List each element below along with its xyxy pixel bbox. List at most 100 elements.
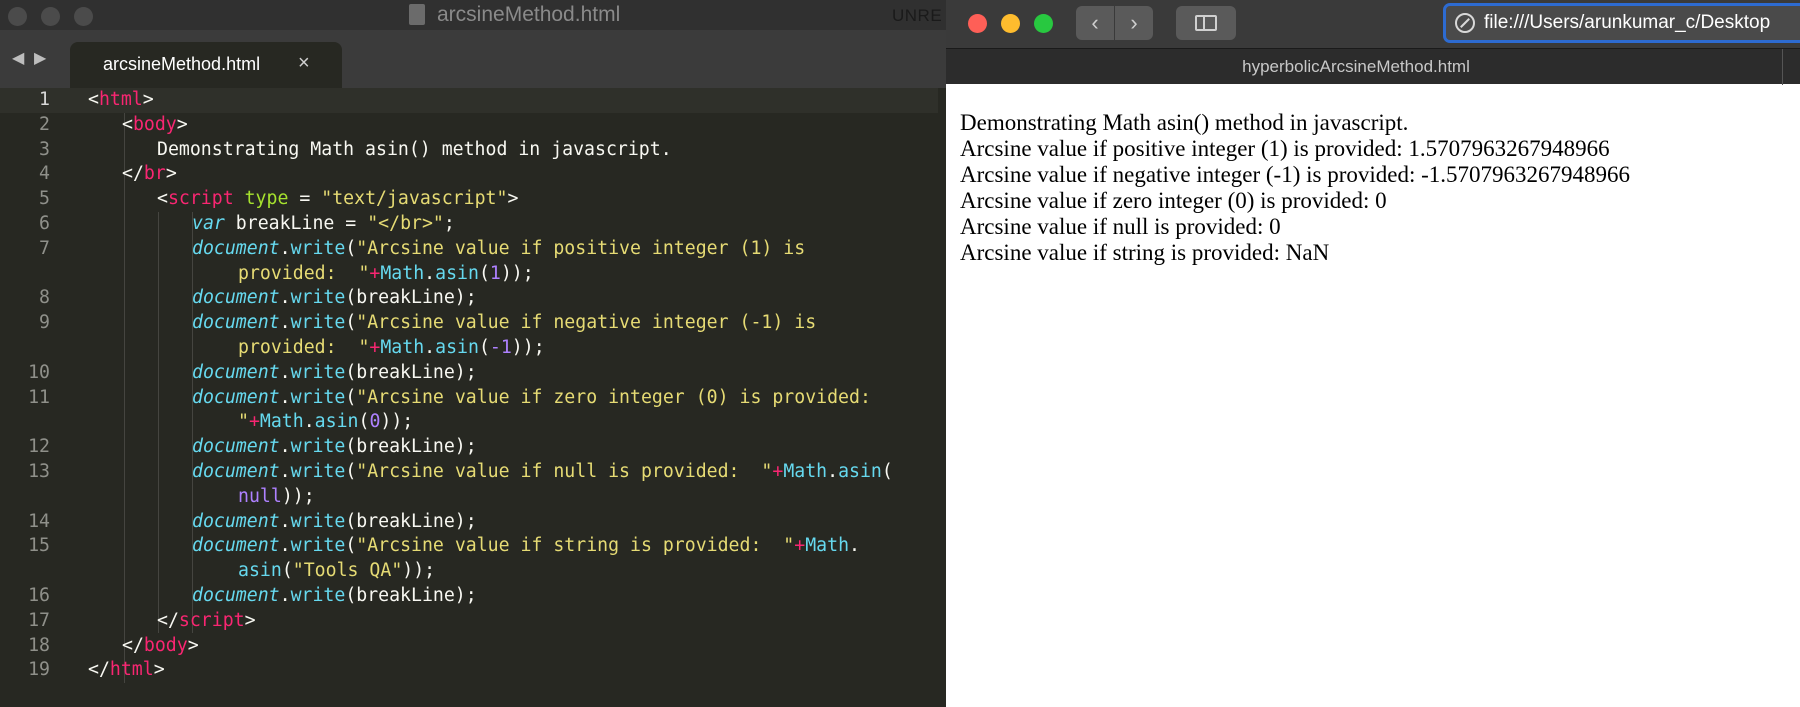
code-token: . xyxy=(279,287,291,309)
browser-minimize-button[interactable] xyxy=(1001,14,1020,33)
line-number: 16 xyxy=(28,584,50,606)
code-token: Math xyxy=(805,535,850,557)
code-token: . xyxy=(424,262,436,284)
address-bar[interactable]: file:///Users/arunkumar_c/Desktop xyxy=(1443,3,1800,43)
line-number: 7 xyxy=(39,237,50,259)
code-token: "Arcsine value if zero integer (0) is pr… xyxy=(356,386,871,408)
code-token: . xyxy=(279,312,291,334)
editor-window-title: arcsineMethod.html xyxy=(437,3,621,26)
code-token: " xyxy=(238,411,249,433)
browser-tab-title[interactable]: hyperbolicArcsineMethod.html xyxy=(946,57,1766,77)
code-token: ( xyxy=(345,312,357,334)
code-token: + xyxy=(794,535,806,557)
sidebar-toggle-button[interactable] xyxy=(1176,6,1236,40)
compass-icon xyxy=(1455,13,1475,33)
line-number: 6 xyxy=(39,212,50,234)
code-token: Math xyxy=(259,411,304,433)
code-token: )); xyxy=(281,485,315,507)
code-token: document xyxy=(192,361,280,383)
code-line-8: 8 document.write(breakLine); xyxy=(0,286,946,311)
tab-nav-forward-icon[interactable]: ▶ xyxy=(34,48,46,68)
output-line: Arcsine value if string is provided: NaN xyxy=(960,240,1330,265)
code-line-1: 1 <html> xyxy=(0,88,946,113)
code-token: provided: " xyxy=(238,262,370,284)
code-token: ( xyxy=(478,336,490,358)
line-number: 14 xyxy=(28,510,50,532)
sidebar-icon xyxy=(1195,15,1217,31)
code-token: document xyxy=(192,460,280,482)
code-line-9-wrap: provided: "+Math.asin(-1)); xyxy=(0,336,946,361)
code-token: var xyxy=(192,212,225,234)
code-token: . xyxy=(279,460,291,482)
code-token: write xyxy=(290,361,346,383)
code-line-14: 14 document.write(breakLine); xyxy=(0,510,946,535)
code-token: write xyxy=(290,436,346,458)
code-token: document xyxy=(192,535,280,557)
editor-minimize-button[interactable] xyxy=(41,7,60,26)
code-token: > xyxy=(176,113,188,135)
code-token: write xyxy=(290,535,346,557)
code-token: > xyxy=(187,634,199,656)
code-token: null xyxy=(238,485,282,507)
code-token: ; xyxy=(443,212,455,234)
tab-nav-back-icon[interactable]: ◀ xyxy=(12,48,24,68)
code-token: )); xyxy=(511,336,545,358)
code-token: write xyxy=(290,237,346,259)
code-line-17: 17 </script> xyxy=(0,609,946,634)
code-line-13-wrap: null)); xyxy=(0,485,946,510)
code-token: )); xyxy=(402,560,436,582)
browser-zoom-button[interactable] xyxy=(1034,14,1053,33)
code-token: write xyxy=(290,510,346,532)
code-token: document xyxy=(192,237,280,259)
code-token: (breakLine); xyxy=(345,287,477,309)
line-number: 13 xyxy=(28,460,50,482)
code-token: . xyxy=(279,535,291,557)
browser-window: ‹ › file:///Users/arunkumar_c/Desktop hy… xyxy=(946,0,1800,707)
code-token: ( xyxy=(345,386,357,408)
code-area[interactable]: 1 <html> 2 <body> 3 Demonstrating Math a… xyxy=(0,88,946,683)
code-token: br xyxy=(143,163,166,185)
code-token: (breakLine); xyxy=(345,361,477,383)
code-token: )); xyxy=(380,411,414,433)
code-line-16: 16 document.write(breakLine); xyxy=(0,584,946,609)
forward-button[interactable]: › xyxy=(1115,6,1153,40)
browser-close-button[interactable] xyxy=(968,14,987,33)
editor-zoom-button[interactable] xyxy=(74,7,93,26)
code-token: asin xyxy=(838,460,882,482)
code-token: "Arcsine value if negative integer (-1) … xyxy=(356,312,817,334)
code-token: > xyxy=(142,89,154,110)
tab-arcsine-method[interactable]: arcsineMethod.html × xyxy=(70,42,342,88)
back-button[interactable]: ‹ xyxy=(1076,6,1114,40)
line-number: 1 xyxy=(39,89,50,110)
code-line-7: 7 document.write("Arcsine value if posit… xyxy=(0,237,946,262)
code-token: > xyxy=(153,659,165,681)
line-number: 15 xyxy=(28,535,50,557)
code-line-12: 12 document.write(breakLine); xyxy=(0,435,946,460)
code-line-7-wrap: provided: "+Math.asin(1)); xyxy=(0,262,946,287)
code-token: Math xyxy=(380,262,425,284)
editor-close-button[interactable] xyxy=(8,7,27,26)
code-token: < xyxy=(88,89,99,110)
code-token: document xyxy=(192,386,280,408)
code-token: </ xyxy=(157,609,179,631)
code-token: )); xyxy=(500,262,534,284)
address-bar-url[interactable]: file:///Users/arunkumar_c/Desktop xyxy=(1484,12,1770,34)
code-token: -1 xyxy=(489,336,512,358)
line-number: 10 xyxy=(28,361,50,383)
code-line-3: 3 Demonstrating Math asin() method in ja… xyxy=(0,138,946,163)
line-number: 11 xyxy=(28,386,50,408)
code-token: + xyxy=(369,262,381,284)
code-line-15: 15 document.write("Arcsine value if stri… xyxy=(0,534,946,559)
line-number: 12 xyxy=(28,436,50,458)
code-token: "Arcsine value if null is provided: " xyxy=(356,460,773,482)
tab-close-icon[interactable]: × xyxy=(298,52,310,75)
code-token: . xyxy=(279,510,291,532)
line-number: 4 xyxy=(39,163,50,185)
code-token: document xyxy=(192,584,280,606)
code-token: (breakLine); xyxy=(345,510,477,532)
code-token: + xyxy=(248,411,260,433)
code-line-11: 11 document.write("Arcsine value if zero… xyxy=(0,386,946,411)
code-token: (breakLine); xyxy=(345,436,477,458)
code-token: Math xyxy=(380,336,425,358)
tab-label: arcsineMethod.html xyxy=(103,54,261,74)
